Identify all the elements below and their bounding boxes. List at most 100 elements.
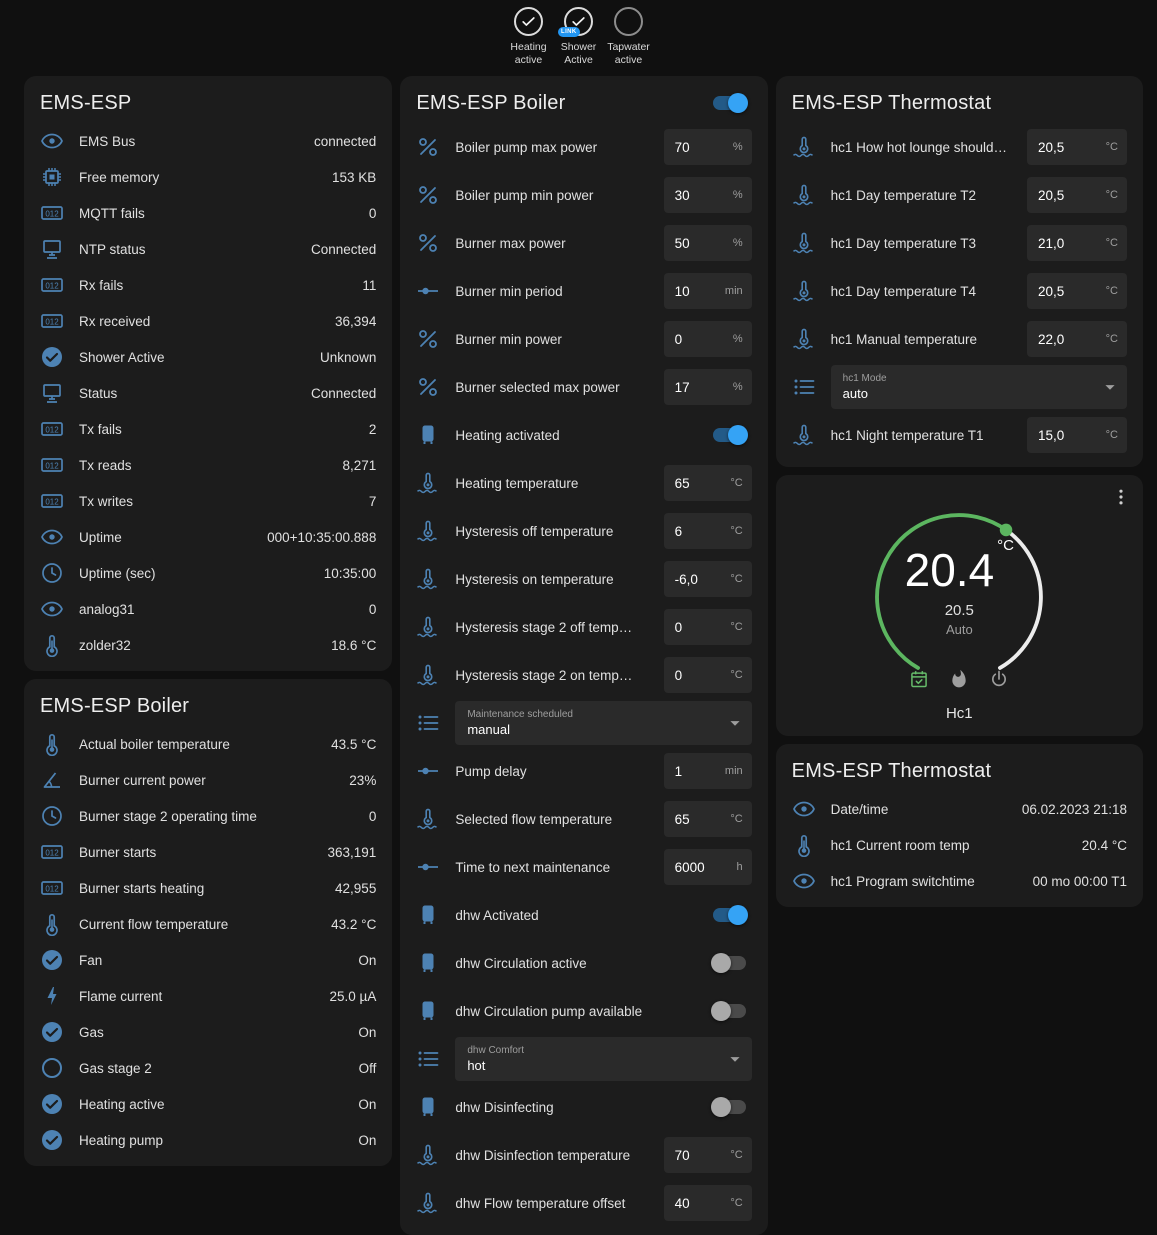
- entity-row[interactable]: Tx writes7: [40, 483, 376, 519]
- entity-row[interactable]: hc1 Current room temp20.4 °C: [792, 827, 1127, 863]
- toggle-switch[interactable]: [713, 908, 746, 922]
- power-icon[interactable]: [989, 669, 1009, 689]
- entity-row[interactable]: Time to next maintenance6000h: [416, 843, 751, 891]
- entity-row[interactable]: Heating activated: [416, 411, 751, 459]
- entity-row[interactable]: hc1 Modeauto: [792, 363, 1127, 411]
- entity-row[interactable]: dhw Activated: [416, 891, 751, 939]
- number-field[interactable]: 70°C: [664, 1137, 752, 1173]
- entity-row[interactable]: Burner current power23%: [40, 762, 376, 798]
- glance-heating-active[interactable]: Heating active: [505, 7, 553, 76]
- entity-row[interactable]: MQTT fails0: [40, 195, 376, 231]
- entity-row[interactable]: Boiler pump min power30%: [416, 171, 751, 219]
- entity-row[interactable]: hc1 Day temperature T420,5°C: [792, 267, 1127, 315]
- entity-row[interactable]: Gas stage 2Off: [40, 1050, 376, 1086]
- entity-row[interactable]: Uptime (sec)10:35:00: [40, 555, 376, 591]
- number-field[interactable]: 20,5°C: [1027, 177, 1127, 213]
- entity-row[interactable]: Hysteresis stage 2 off temp…0°C: [416, 603, 751, 651]
- entity-row[interactable]: dhw Disinfection temperature70°C: [416, 1131, 751, 1179]
- entity-row[interactable]: Burner selected max power17%: [416, 363, 751, 411]
- entity-row[interactable]: Burner min power0%: [416, 315, 751, 363]
- entity-row[interactable]: Flame current25.0 µA: [40, 978, 376, 1014]
- card-toggle[interactable]: [713, 96, 746, 110]
- entity-row[interactable]: hc1 Manual temperature22,0°C: [792, 315, 1127, 363]
- entity-row[interactable]: Boiler pump max power70%: [416, 123, 751, 171]
- entity-row[interactable]: Rx received36,394: [40, 303, 376, 339]
- fire-icon[interactable]: [949, 669, 969, 689]
- entity-row[interactable]: dhw Disinfecting: [416, 1083, 751, 1131]
- entity-row[interactable]: Tx reads8,271: [40, 447, 376, 483]
- entity-row[interactable]: Heating temperature65°C: [416, 459, 751, 507]
- number-field[interactable]: 22,0°C: [1027, 321, 1127, 357]
- number-field[interactable]: 6°C: [664, 513, 752, 549]
- number-field[interactable]: 15,0°C: [1027, 417, 1127, 453]
- entity-row[interactable]: Heating activeOn: [40, 1086, 376, 1122]
- number-field[interactable]: 40°C: [664, 1185, 752, 1221]
- select-field[interactable]: hc1 Modeauto: [831, 365, 1127, 409]
- number-field[interactable]: 17%: [664, 369, 752, 405]
- entity-row[interactable]: Hysteresis stage 2 on temp…0°C: [416, 651, 751, 699]
- entity-row[interactable]: dhw Flow temperature offset40°C: [416, 1179, 751, 1227]
- entity-row[interactable]: GasOn: [40, 1014, 376, 1050]
- select-field[interactable]: dhw Comforthot: [455, 1037, 751, 1081]
- toggle-switch[interactable]: [713, 428, 746, 442]
- entity-row[interactable]: EMS Busconnected: [40, 123, 376, 159]
- number-field[interactable]: 50%: [664, 225, 752, 261]
- entity-row[interactable]: zolder3218.6 °C: [40, 627, 376, 663]
- entity-row[interactable]: Burner starts363,191: [40, 834, 376, 870]
- number-field[interactable]: 10min: [664, 273, 752, 309]
- number-field[interactable]: -6,0°C: [664, 561, 752, 597]
- entity-row[interactable]: Date/time06.02.2023 21:18: [792, 791, 1127, 827]
- kebab-menu-icon[interactable]: [1111, 487, 1131, 507]
- entity-row[interactable]: Burner max power50%: [416, 219, 751, 267]
- entity-row[interactable]: Selected flow temperature65°C: [416, 795, 751, 843]
- entity-row[interactable]: dhw Circulation active: [416, 939, 751, 987]
- entity-row[interactable]: Burner starts heating42,955: [40, 870, 376, 906]
- entity-row[interactable]: NTP statusConnected: [40, 231, 376, 267]
- number-field[interactable]: 0%: [664, 321, 752, 357]
- number-field[interactable]: 20,5°C: [1027, 273, 1127, 309]
- number-field[interactable]: 65°C: [664, 465, 752, 501]
- number-field[interactable]: 1min: [664, 753, 752, 789]
- toggle-switch[interactable]: [713, 1100, 746, 1114]
- glance-tapwater-active[interactable]: Tapwater active: [605, 7, 653, 76]
- entity-row[interactable]: Actual boiler temperature43.5 °C: [40, 726, 376, 762]
- entity-row[interactable]: Tx fails2: [40, 411, 376, 447]
- number-field[interactable]: 70%: [664, 129, 752, 165]
- select-field[interactable]: Maintenance scheduledmanual: [455, 701, 751, 745]
- entity-row[interactable]: Current flow temperature43.2 °C: [40, 906, 376, 942]
- glance-shower-active[interactable]: LINK Shower Active: [555, 7, 603, 76]
- number-field[interactable]: 0°C: [664, 609, 752, 645]
- entity-row[interactable]: Shower ActiveUnknown: [40, 339, 376, 375]
- number-field[interactable]: 30%: [664, 177, 752, 213]
- number-field[interactable]: 20,5°C: [1027, 129, 1127, 165]
- entity-row[interactable]: Maintenance scheduledmanual: [416, 699, 751, 747]
- entity-row[interactable]: analog310: [40, 591, 376, 627]
- entity-row[interactable]: hc1 Day temperature T321,0°C: [792, 219, 1127, 267]
- number-field[interactable]: 21,0°C: [1027, 225, 1127, 261]
- entity-row[interactable]: hc1 Program switchtime00 mo 00:00 T1: [792, 863, 1127, 899]
- number-field[interactable]: 6000h: [664, 849, 752, 885]
- thermostat-dial[interactable]: 20.4°C 20.5 Auto: [853, 491, 1065, 703]
- entity-row[interactable]: Uptime000+10:35:00.888: [40, 519, 376, 555]
- entity-row[interactable]: Burner min period10min: [416, 267, 751, 315]
- number-field[interactable]: 0°C: [664, 657, 752, 693]
- entity-row[interactable]: Burner stage 2 operating time0: [40, 798, 376, 834]
- entity-row[interactable]: StatusConnected: [40, 375, 376, 411]
- entity-row[interactable]: Heating pumpOn: [40, 1122, 376, 1158]
- toggle-switch[interactable]: [713, 1004, 746, 1018]
- entity-row[interactable]: Rx fails11: [40, 267, 376, 303]
- entity-row[interactable]: hc1 Day temperature T220,5°C: [792, 171, 1127, 219]
- entity-row[interactable]: hc1 How hot lounge should…20,5°C: [792, 123, 1127, 171]
- entity-row[interactable]: Pump delay1min: [416, 747, 751, 795]
- toggle-switch[interactable]: [713, 956, 746, 970]
- entity-row[interactable]: Free memory153 KB: [40, 159, 376, 195]
- number-field[interactable]: 65°C: [664, 801, 752, 837]
- entity-row[interactable]: Hysteresis off temperature6°C: [416, 507, 751, 555]
- entity-row[interactable]: hc1 Night temperature T115,0°C: [792, 411, 1127, 459]
- entity-row[interactable]: FanOn: [40, 942, 376, 978]
- entity-row[interactable]: dhw Circulation pump available: [416, 987, 751, 1035]
- entity-row[interactable]: dhw Comforthot: [416, 1035, 751, 1083]
- entity-row[interactable]: Hysteresis on temperature-6,0°C: [416, 555, 751, 603]
- calendar-check-icon[interactable]: [909, 669, 929, 689]
- dial-knob[interactable]: [1000, 524, 1013, 537]
